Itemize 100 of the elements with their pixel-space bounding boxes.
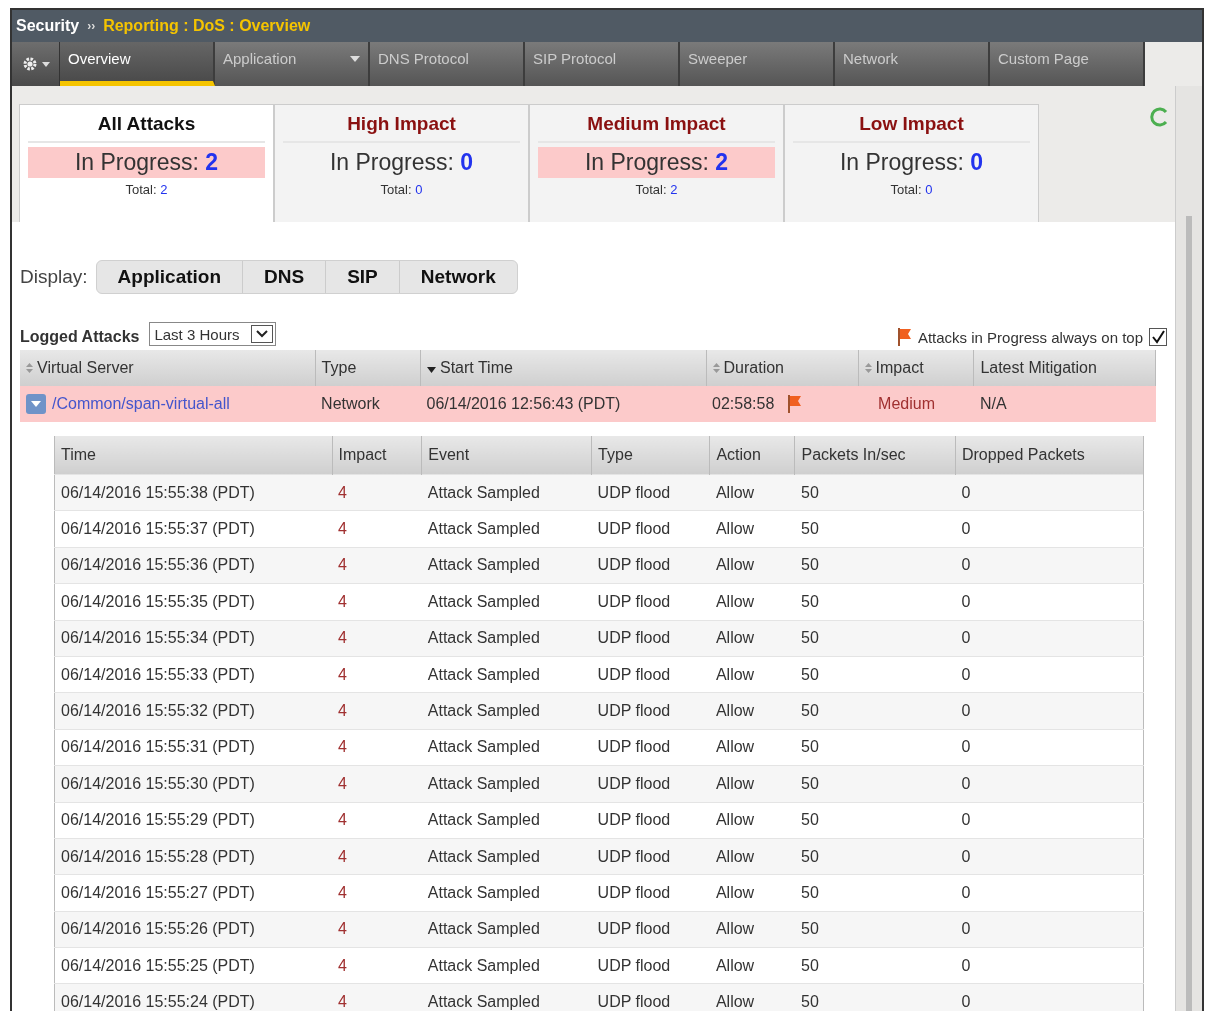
table-cell: Allow: [709, 838, 795, 875]
table-cell: Attack Sampled: [421, 838, 592, 875]
summary-tab[interactable]: All Attacks In Progress: 2 Total: 2: [19, 104, 274, 222]
table-cell: Network: [321, 395, 380, 412]
in-progress-count: In Progress: 2: [28, 147, 265, 178]
card-title: All Attacks: [28, 113, 265, 143]
table-cell: 06/14/2016 15:55:24 (PDT): [54, 983, 333, 1011]
display-toggle[interactable]: SIP: [326, 261, 400, 293]
table-cell: UDP flood: [591, 765, 710, 802]
always-on-top-checkbox[interactable]: [1149, 328, 1167, 346]
column-header[interactable]: Duration: [706, 350, 859, 386]
always-on-top-label: Attacks in Progress always on top: [917, 328, 1143, 346]
time-range-dropdown[interactable]: Last 3 Hours: [149, 322, 277, 346]
display-toggle[interactable]: Network: [399, 261, 517, 293]
table-cell: 4: [332, 692, 422, 730]
scrollbar[interactable]: [1175, 86, 1202, 1011]
table-cell: Attack Sampled: [421, 983, 592, 1011]
display-toggle[interactable]: Application: [96, 261, 244, 293]
settings-icon: [21, 56, 38, 72]
table-cell: Attack Sampled: [421, 474, 592, 511]
table-cell: 02:58:58: [712, 395, 775, 413]
table-cell: Allow: [709, 983, 795, 1011]
table-cell: 06/14/2016 15:55:28 (PDT): [54, 838, 333, 875]
column-header[interactable]: Dropped Packets: [955, 436, 1144, 475]
summary-tab[interactable]: High Impact In Progress: 0 Total: 0: [274, 104, 529, 222]
table-cell: Attack Sampled: [421, 765, 592, 802]
table-cell: Medium: [878, 395, 935, 412]
table-cell: 4: [332, 547, 422, 584]
table-cell: 0: [955, 983, 1144, 1011]
column-header[interactable]: Packets In/sec: [795, 436, 956, 475]
settings-menu-button[interactable]: [12, 42, 60, 86]
column-header[interactable]: Type: [315, 350, 421, 386]
table-cell: 06/14/2016 12:56:43 (PDT): [426, 395, 621, 412]
table-cell: 50: [795, 838, 956, 875]
table-cell: 50: [795, 911, 956, 948]
nav-tab[interactable]: Overview: [60, 42, 215, 86]
table-cell: 06/14/2016 15:55:26 (PDT): [54, 911, 333, 948]
total-count: Total: 0: [380, 182, 423, 197]
table-cell: 4: [332, 620, 422, 657]
card-title: Medium Impact: [538, 113, 775, 143]
table-cell: UDP flood: [591, 911, 710, 948]
refresh-icon[interactable]: [1148, 106, 1170, 128]
checkmark-icon: [1151, 330, 1165, 344]
card-title: Low Impact: [793, 113, 1030, 143]
table-cell: 50: [795, 620, 956, 657]
column-header[interactable]: Virtual Server: [20, 350, 316, 386]
table-cell: Allow: [709, 547, 795, 584]
in-progress-count: In Progress: 0: [328, 148, 475, 177]
table-cell: 50: [795, 692, 956, 730]
table-cell: 0: [955, 838, 1144, 875]
table-cell: 06/14/2016 15:55:36 (PDT): [54, 547, 333, 584]
summary-tab[interactable]: Low Impact In Progress: 0 Total: 0: [784, 104, 1039, 222]
table-cell: N/A: [979, 395, 1007, 412]
caret-icon: [41, 61, 50, 67]
column-header[interactable]: Type: [591, 436, 710, 475]
table-cell: UDP flood: [591, 474, 710, 511]
table-cell: 0: [955, 620, 1144, 657]
column-header[interactable]: Start Time: [420, 350, 706, 386]
table-cell: UDP flood: [591, 838, 710, 875]
table-cell: 50: [795, 765, 956, 802]
in-progress-count: In Progress: 2: [538, 147, 775, 178]
total-count: Total: 2: [635, 182, 678, 197]
table-cell: Attack Sampled: [421, 620, 592, 657]
table-cell: 0: [955, 911, 1144, 948]
breadcrumb-link[interactable]: Security: [16, 17, 80, 35]
flag-icon: [897, 328, 912, 346]
expand-toggle[interactable]: [26, 394, 46, 414]
logged-attacks-label: Logged Attacks: [20, 328, 140, 346]
total-count: Total: 0: [890, 182, 933, 197]
table-cell: 06/14/2016 15:55:34 (PDT): [54, 620, 333, 657]
chevron-icon: [256, 330, 269, 338]
column-header[interactable]: Event: [421, 436, 592, 475]
in-progress-count: In Progress: 0: [838, 148, 985, 177]
display-label: Display:: [20, 266, 88, 288]
table-cell: 4: [332, 474, 422, 511]
breadcrumb-current: Reporting : DoS : Overview: [103, 17, 311, 35]
total-count: Total: 2: [125, 182, 168, 197]
table-cell: Allow: [709, 620, 795, 657]
table-cell: 50: [795, 547, 956, 584]
column-header[interactable]: Impact: [858, 350, 974, 386]
table-cell: 4: [332, 838, 422, 875]
table-cell: 4: [332, 765, 422, 802]
display-toggle[interactable]: DNS: [243, 261, 327, 293]
table-cell: 50: [795, 983, 956, 1011]
table-cell: UDP flood: [591, 620, 710, 657]
summary-tab[interactable]: Medium Impact In Progress: 2 Total: 2: [529, 104, 784, 222]
column-header[interactable]: Impact: [332, 436, 422, 475]
column-header[interactable]: Time: [54, 436, 333, 475]
breadcrumb-separator: ››: [87, 19, 96, 33]
table-cell: 0: [955, 547, 1144, 584]
table-cell: Allow: [709, 692, 795, 730]
table-cell: Allow: [709, 911, 795, 948]
table-cell: 4: [332, 983, 422, 1011]
table-cell: Allow: [709, 474, 795, 511]
table-cell: 4: [332, 911, 422, 948]
caret-icon: [31, 401, 41, 407]
column-header[interactable]: Action: [709, 436, 795, 475]
card-title: High Impact: [283, 113, 520, 143]
table-cell: UDP flood: [591, 547, 710, 584]
column-header[interactable]: Latest Mitigation: [973, 350, 1156, 386]
